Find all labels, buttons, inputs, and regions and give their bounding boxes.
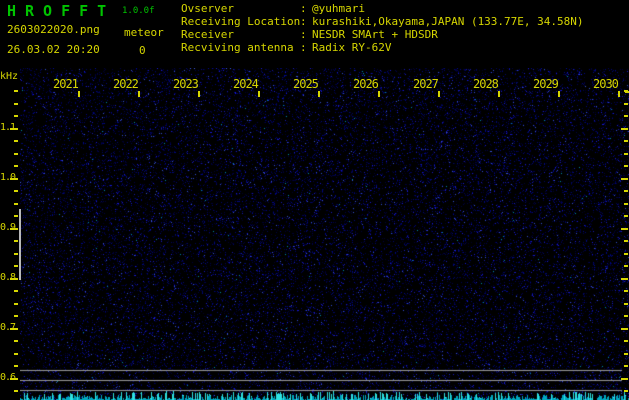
x-tick-label: 2021 [53, 77, 79, 91]
tick-mark [14, 265, 18, 267]
tick-mark [318, 91, 320, 97]
tick-mark [10, 128, 18, 130]
hrofft-output-image: HROFFT 1.0.0f 2603022020.png meteor 26.0… [0, 0, 629, 400]
x-tick-label: 2026 [353, 77, 379, 91]
tick-mark [10, 278, 18, 280]
app-title: HROFFT [7, 2, 116, 20]
observation-datetime: 26.03.02 20:20 [7, 43, 100, 56]
tick-mark [624, 115, 628, 117]
info-label-receiver: Receiver [181, 28, 234, 41]
info-value-receiver: NESDR SMArt + HDSDR [312, 28, 438, 41]
tick-mark [624, 215, 628, 217]
tick-mark [621, 378, 628, 380]
tick-mark [14, 240, 18, 242]
tick-mark [438, 91, 440, 97]
x-tick-label: 2022 [113, 77, 139, 91]
info-label-observer: Ovserver [181, 2, 234, 15]
tick-mark [621, 328, 628, 330]
info-label-location: Receiving Location [181, 15, 301, 28]
tick-mark [624, 240, 628, 242]
tick-mark [624, 265, 628, 267]
tick-mark [624, 303, 628, 305]
x-tick-label: 2023 [173, 77, 199, 91]
tick-mark [624, 203, 628, 205]
tick-mark [10, 178, 18, 180]
tick-mark [498, 91, 500, 97]
info-value-antenna: Radix RY-62V [312, 41, 392, 54]
tick-mark [618, 91, 620, 97]
tick-mark [624, 190, 628, 192]
tick-mark [14, 103, 18, 105]
tick-mark [14, 390, 18, 392]
tick-mark [624, 353, 628, 355]
tick-mark [10, 378, 18, 380]
tick-mark [14, 190, 18, 192]
tick-mark [14, 90, 18, 92]
info-colon: : [300, 2, 307, 15]
info-value-observer: @yuhmari [312, 2, 365, 15]
x-tick-label: 2024 [233, 77, 259, 91]
tick-mark [621, 128, 628, 130]
info-colon: : [300, 15, 307, 28]
tick-mark [198, 91, 200, 97]
app-version: 1.0.0f [122, 6, 155, 16]
tick-mark [14, 203, 18, 205]
tick-mark [14, 340, 18, 342]
tick-mark [14, 165, 18, 167]
tick-mark [14, 315, 18, 317]
tick-mark [624, 315, 628, 317]
tick-mark [621, 278, 628, 280]
tick-mark [14, 253, 18, 255]
tick-mark [621, 228, 628, 230]
tick-mark [624, 390, 628, 392]
tick-mark [14, 140, 18, 142]
tick-mark [625, 91, 629, 93]
tick-mark [10, 328, 18, 330]
y-axis-unit-label: kHz [0, 71, 19, 82]
output-filename: 2603022020.png [7, 23, 100, 36]
x-tick-label: 2030 [593, 77, 619, 91]
tick-mark [14, 290, 18, 292]
tick-mark [558, 91, 560, 97]
tick-mark [378, 91, 380, 97]
tick-mark [14, 303, 18, 305]
info-value-location: kurashiki,Okayama,JAPAN (133.77E, 34.58N… [312, 15, 584, 28]
spectrogram-canvas [20, 68, 629, 400]
count-band-marker [19, 209, 21, 280]
info-label-antenna: Recviving antenna [181, 41, 294, 54]
info-colon: : [300, 41, 307, 54]
tick-mark [10, 228, 18, 230]
tick-mark [624, 365, 628, 367]
tick-mark [624, 253, 628, 255]
tick-mark [624, 103, 628, 105]
meteor-counter-value: 0 [139, 44, 146, 57]
tick-mark [624, 140, 628, 142]
tick-mark [624, 153, 628, 155]
info-colon: : [300, 28, 307, 41]
tick-mark [14, 115, 18, 117]
tick-mark [624, 340, 628, 342]
x-tick-label: 2028 [473, 77, 499, 91]
tick-mark [14, 365, 18, 367]
x-tick-label: 2025 [293, 77, 319, 91]
tick-mark [14, 353, 18, 355]
meteor-counter-label: meteor [124, 26, 164, 39]
tick-mark [14, 215, 18, 217]
tick-mark [138, 91, 140, 97]
tick-mark [624, 165, 628, 167]
tick-mark [624, 290, 628, 292]
x-tick-label: 2029 [533, 77, 559, 91]
tick-mark [258, 91, 260, 97]
x-tick-label: 2027 [413, 77, 439, 91]
tick-mark [14, 153, 18, 155]
tick-mark [621, 178, 628, 180]
tick-mark [78, 91, 80, 97]
